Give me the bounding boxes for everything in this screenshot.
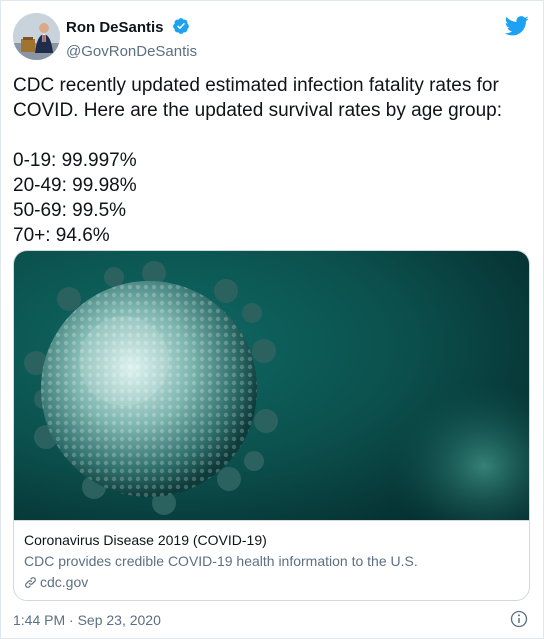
- tweet-line: CDC recently updated estimated infection…: [13, 75, 499, 96]
- handle[interactable]: @GovRonDeSantis: [66, 43, 197, 60]
- stat-line: 20-49: 99.98%: [13, 175, 137, 196]
- link-icon: [24, 575, 37, 594]
- card-image: [14, 251, 529, 551]
- verified-badge-icon: [172, 17, 190, 40]
- card-body: Coronavirus Disease 2019 (COVID-19) CDC …: [14, 520, 529, 600]
- display-name[interactable]: Ron DeSantis: [66, 19, 164, 36]
- card-title: Coronavirus Disease 2019 (COVID-19): [24, 532, 267, 548]
- tweet-line: COVID. Here are the updated survival rat…: [13, 100, 502, 121]
- card-domain-text: cdc.gov: [40, 574, 89, 590]
- coronavirus-illustration: [14, 251, 529, 551]
- link-card[interactable]: Coronavirus Disease 2019 (COVID-19) CDC …: [13, 250, 530, 601]
- card-domain: cdc.gov: [24, 573, 521, 594]
- timestamp[interactable]: 1:44 PM · Sep 23, 2020: [13, 612, 161, 628]
- stat-line: 70+: 94.6%: [13, 225, 110, 246]
- avatar-podium-icon: [13, 13, 60, 60]
- avatar[interactable]: [13, 13, 60, 60]
- twitter-bird-icon[interactable]: [504, 15, 529, 37]
- tweet-text: CDC recently updated estimated infection…: [13, 73, 533, 248]
- tweet-header: Ron DeSantis @GovRonDeSantis: [13, 13, 531, 63]
- card-description: CDC provides credible COVID-19 health in…: [24, 553, 418, 569]
- tweet-embed: Ron DeSantis @GovRonDeSantis CDC recentl…: [0, 0, 544, 639]
- info-icon[interactable]: [510, 610, 528, 628]
- stat-line: 50-69: 99.5%: [13, 200, 127, 221]
- account-names: Ron DeSantis @GovRonDeSantis: [66, 17, 197, 60]
- stat-line: 0-19: 99.997%: [13, 150, 137, 171]
